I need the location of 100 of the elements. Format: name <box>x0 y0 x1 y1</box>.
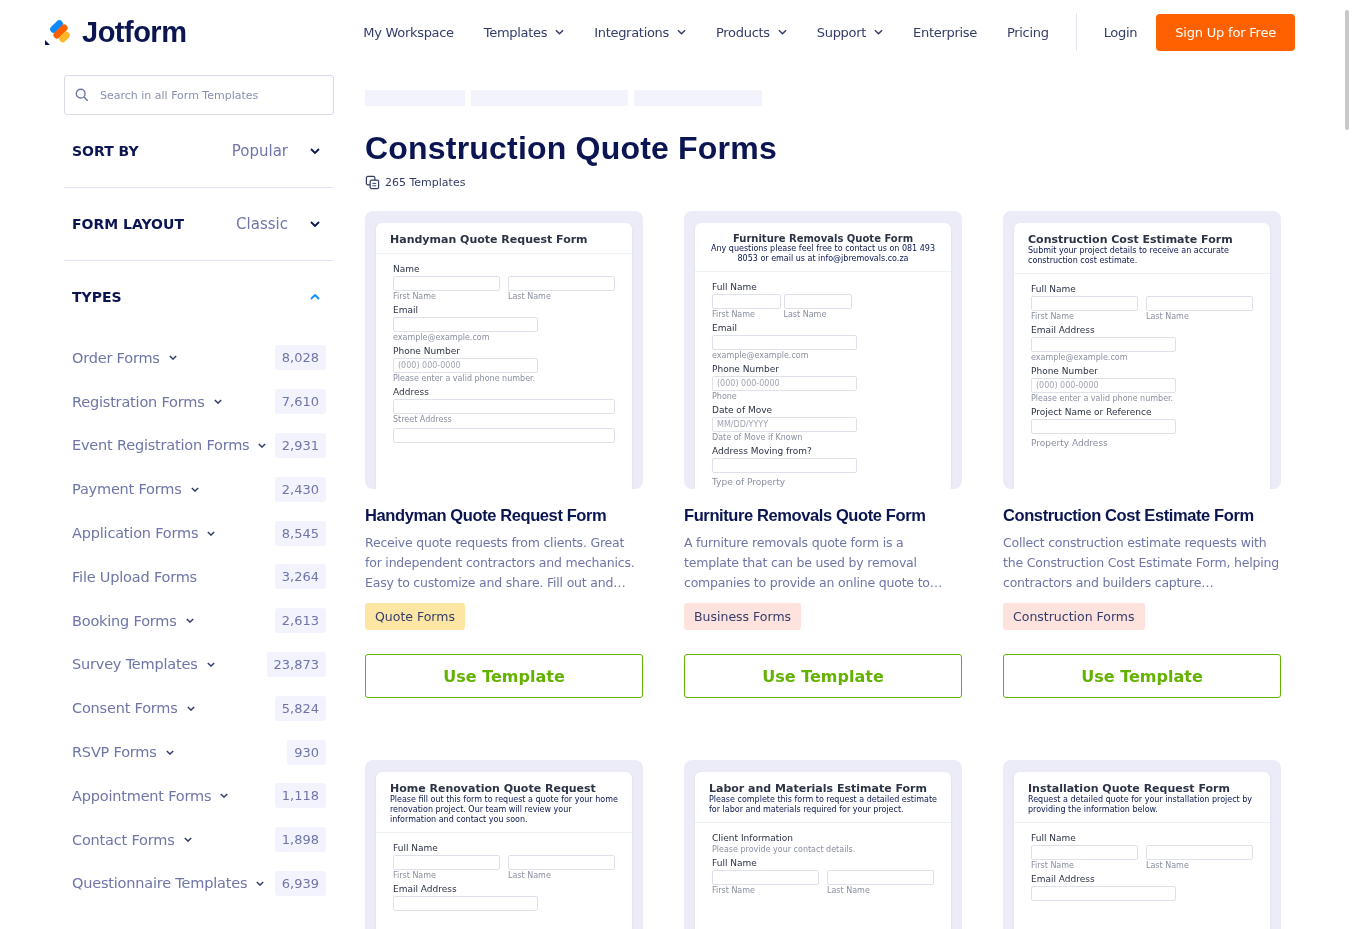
category-link[interactable]: Application Forms <box>72 525 199 542</box>
search-field[interactable]: Search in all Form Templates <box>64 75 334 115</box>
preview-hint: Last Name <box>783 310 828 319</box>
preview-hint: First Name <box>1031 861 1075 870</box>
nav-link[interactable]: Pricing <box>991 24 1064 40</box>
chevron-down-icon[interactable] <box>220 793 229 799</box>
count-badge: 930 <box>287 739 326 765</box>
chevron-down-icon[interactable] <box>256 880 265 886</box>
preview-title: Furniture Removals Quote Form <box>732 233 914 244</box>
template-name[interactable]: Construction Cost Estimate Form <box>1003 506 1254 525</box>
scrollbar-thumb[interactable] <box>1345 10 1349 130</box>
preview-title: Handyman Quote Request Form <box>390 233 589 246</box>
chevron-down-icon[interactable] <box>190 486 199 492</box>
preview-field-label: Email <box>712 323 738 333</box>
nav-link[interactable]: Integrations <box>579 24 701 40</box>
chevron-down-icon <box>310 221 320 227</box>
form-preview[interactable]: Installation Quote Request Form Request a detailed quote for your installation project by providing the information below. Full Name First Name Last Name Email Address <box>1003 760 1281 929</box>
preview-field-label: Project Name or Reference <box>1031 407 1153 417</box>
count-badge: 1,898 <box>274 827 326 853</box>
chevron-down-icon <box>310 148 320 154</box>
preview-field-label: Address Moving from? <box>712 446 813 456</box>
chevron-down-icon[interactable] <box>207 530 216 536</box>
logo-wordmark[interactable]: Jotform <box>82 15 187 49</box>
preview-field-label: Full Name <box>1031 833 1077 843</box>
template-name[interactable]: Handyman Quote Request Form <box>365 506 607 525</box>
chevron-down-icon[interactable] <box>168 355 177 361</box>
preview-field-label: Address <box>393 387 430 397</box>
filter-dropdown[interactable]: SORT BY Popular <box>64 115 334 188</box>
chevron-down-icon[interactable] <box>165 749 174 755</box>
count-badge: 23,873 <box>266 651 326 677</box>
count-badge: 8,545 <box>274 520 326 546</box>
preview-field-label: Email Address <box>1031 325 1096 335</box>
form-preview[interactable] <box>684 211 962 489</box>
form-preview[interactable] <box>1003 211 1281 489</box>
preview-hint: example@example.com <box>712 351 810 360</box>
preview-hint: First Name <box>393 292 437 301</box>
nav-link[interactable]: Templates <box>468 24 580 40</box>
preview-field-label: Email <box>393 305 419 315</box>
preview-field-label: Client Information <box>712 833 794 843</box>
preview-input: MM/DD/YYYY <box>712 417 857 432</box>
login-link[interactable]: Login <box>1088 24 1153 40</box>
copy-icon <box>365 175 380 190</box>
preview-hint: First Name <box>1031 312 1075 321</box>
count-badge: 2,931 <box>274 433 326 458</box>
chevron-down-icon[interactable] <box>213 399 222 405</box>
category-tag[interactable]: Quote Forms <box>365 603 465 630</box>
filter-dropdown[interactable]: FORM LAYOUT Classic <box>64 188 334 261</box>
count-badge: 2,613 <box>274 608 326 634</box>
preview-hint: Date of Move if Known <box>712 433 804 442</box>
chevron-down-icon[interactable] <box>186 705 195 711</box>
category-link[interactable]: File Upload Forms <box>72 568 197 585</box>
category-tag[interactable]: Business Forms <box>684 603 802 630</box>
search-icon <box>75 88 89 102</box>
category-link[interactable]: Appointment Forms <box>72 787 212 804</box>
preview-field-label: Email Address <box>1031 874 1096 884</box>
preview-field-label: Date of Move <box>712 405 774 415</box>
preview-field-label: Name <box>393 264 421 274</box>
category-link[interactable]: Questionnaire Templates <box>72 875 248 892</box>
count-badge: 5,824 <box>274 695 326 721</box>
preview-field-label: Full Name <box>393 843 439 853</box>
preview-input: (000) 000-0000 <box>1031 378 1176 393</box>
preview-hint: Please provide your contact details. <box>712 845 857 854</box>
preview-hint: Please enter a valid phone number. <box>393 374 537 383</box>
chevron-down-icon[interactable] <box>258 443 267 448</box>
category-link[interactable]: Contact Forms <box>72 831 175 848</box>
preview-field-label: Full Name <box>712 858 758 868</box>
category-link[interactable]: Payment Forms <box>72 481 182 498</box>
nav-link[interactable]: Enterprise <box>898 24 992 40</box>
template-description: A furniture removals quote form is a template that can be used by removal companies to provide an online quote to… <box>684 534 944 592</box>
form-preview[interactable]: Handyman Quote Request Form Name First Name Last Name Email example@example.com Phone Number (000) 000-0000 Please enter a valid phone number. Address Street Address <box>365 211 643 489</box>
nav-link[interactable]: Support <box>801 24 899 40</box>
category-link[interactable]: Registration Forms <box>72 393 205 410</box>
preview-hint: Last Name <box>827 886 871 895</box>
preview-field-label: Phone Number <box>712 364 780 374</box>
preview-input <box>712 294 781 309</box>
category-link[interactable]: Consent Forms <box>72 700 178 717</box>
category-link[interactable]: RSVP Forms <box>72 744 157 761</box>
preview-input: (000) 000-0000 <box>712 376 857 391</box>
chevron-down-icon[interactable] <box>185 618 194 624</box>
category-link[interactable]: Order Forms <box>72 349 160 366</box>
preview-hint: First Name <box>712 886 756 895</box>
chevron-down-icon[interactable] <box>206 661 215 667</box>
nav-link[interactable]: My Workspace <box>348 24 469 40</box>
category-link[interactable]: Booking Forms <box>72 612 177 629</box>
template-count: 265 Templates <box>385 176 466 189</box>
category-link[interactable]: Survey Templates <box>72 656 198 673</box>
preview-input <box>783 294 852 309</box>
preview-hint: Last Name <box>508 292 552 301</box>
preview-title: Home Renovation Quote Request <box>390 782 597 795</box>
preview-field-label: Email Address <box>393 884 458 894</box>
preview-hint: Last Name <box>1146 312 1190 321</box>
chevron-down-icon[interactable] <box>183 837 192 843</box>
preview-subtitle: Any questions please feel free to contact us on 081 493 8053 or email us at info@jbremovals.co.za <box>710 244 936 264</box>
types-toggle[interactable]: TYPES <box>64 261 334 333</box>
nav-link[interactable]: Products <box>701 24 802 40</box>
category-tag[interactable]: Construction Forms <box>1003 603 1145 630</box>
template-name[interactable]: Furniture Removals Quote Form <box>684 506 926 525</box>
category-link[interactable]: Event Registration Forms <box>72 437 250 454</box>
count-badge: 2,430 <box>274 476 326 502</box>
page-title: Construction Quote Forms <box>365 130 778 167</box>
